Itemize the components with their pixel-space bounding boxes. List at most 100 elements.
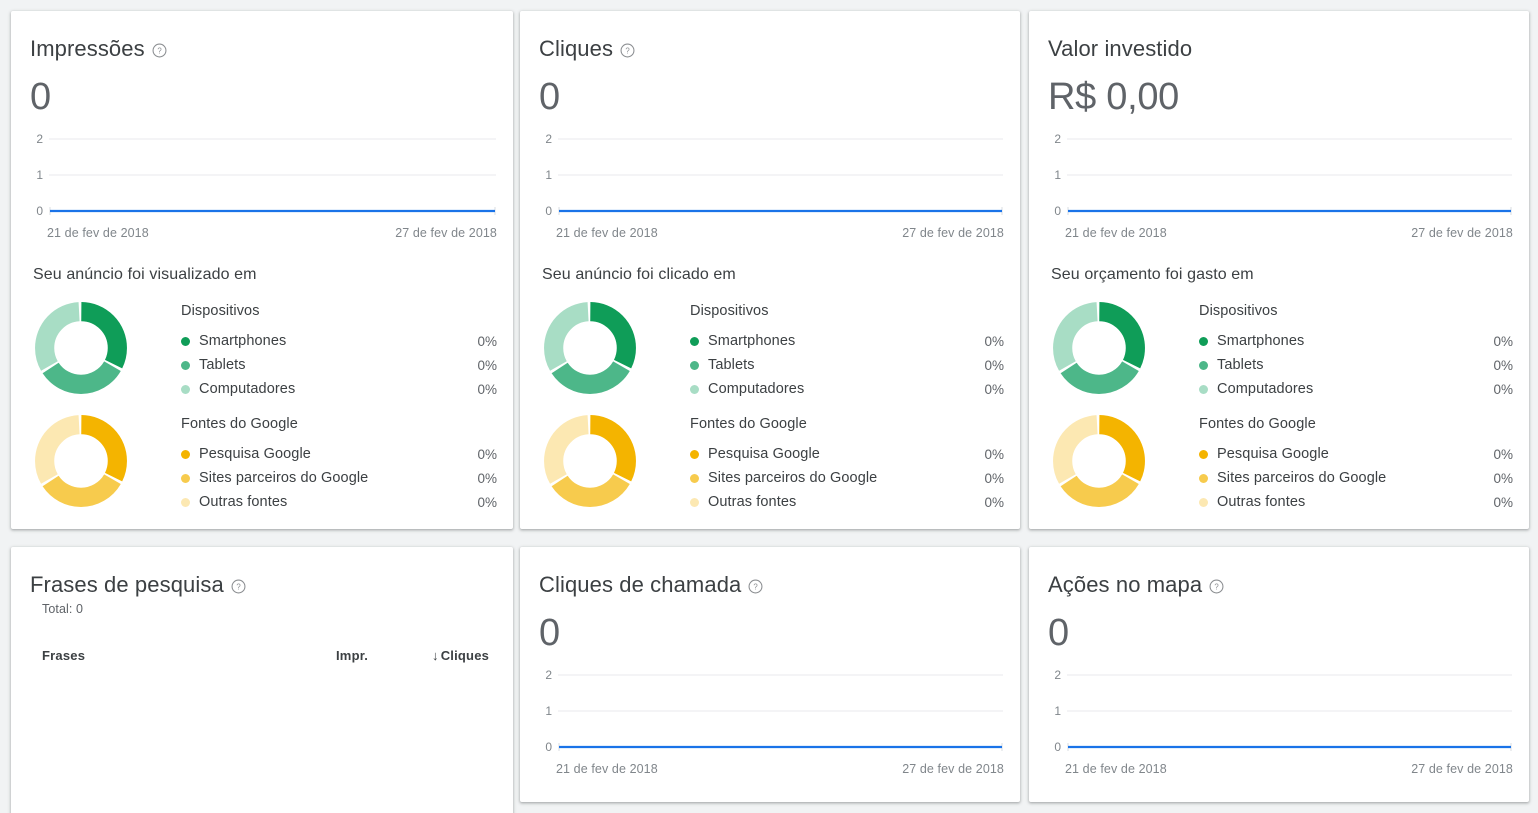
donut-chart-dispositivos xyxy=(542,300,638,396)
sparkline-date-range: 21 de fev de 2018 27 de fev de 2018 xyxy=(1065,226,1513,240)
legend-color-dot-icon xyxy=(690,449,699,459)
legend-color-dot-icon xyxy=(1199,384,1208,394)
donut-chart-fontes xyxy=(33,413,129,509)
breakdown-heading: Seu anúncio foi clicado em xyxy=(542,266,736,283)
legend-item-label: Pesquisa Google xyxy=(1217,446,1329,462)
legend-item-label: Sites parceiros do Google xyxy=(1217,470,1387,486)
svg-text:2: 2 xyxy=(545,668,552,682)
legend-item-label: Sites parceiros do Google xyxy=(199,470,369,486)
legend-color-dot-icon xyxy=(181,497,190,507)
legend-item-percent: 0% xyxy=(1493,333,1513,349)
legend-item-label: Computadores xyxy=(708,381,805,397)
svg-text:0: 0 xyxy=(545,740,552,754)
donut-block-fontes: Fontes do Google Pesquisa Google 0% Site… xyxy=(520,413,1020,514)
svg-text:?: ? xyxy=(236,582,241,591)
card-valor-investido: Valor investido R$ 0,00 2 1 0 21 de fev … xyxy=(1029,11,1529,529)
breakdown-heading: Seu orçamento foi gasto em xyxy=(1051,266,1254,283)
donut-chart-dispositivos xyxy=(1051,300,1147,396)
svg-text:?: ? xyxy=(625,46,630,55)
column-header-impr[interactable]: Impr. xyxy=(336,648,432,663)
help-circle-icon[interactable]: ? xyxy=(748,579,763,594)
legend-item-percent: 0% xyxy=(984,470,1004,486)
card-header: Cliques ? xyxy=(520,11,1020,63)
page-title: Cliques de chamada xyxy=(539,572,742,597)
column-header-cliques-label: Cliques xyxy=(440,647,490,663)
svg-text:1: 1 xyxy=(36,168,43,182)
donut-block-dispositivos: Dispositivos Smartphones 0% Tablets 0% C… xyxy=(1029,300,1529,401)
legend-item-tablets[interactable]: Tablets 0% xyxy=(1199,353,1529,377)
sort-descending-arrow-icon: ↓ xyxy=(432,647,439,663)
date-end: 27 de fev de 2018 xyxy=(902,762,1004,776)
card-header: Valor investido xyxy=(1029,11,1529,63)
svg-text:0: 0 xyxy=(1054,740,1061,754)
legend-fontes: Fontes do Google Pesquisa Google 0% Site… xyxy=(1147,413,1529,514)
svg-text:2: 2 xyxy=(1054,668,1061,682)
page-title: Frases de pesquisa xyxy=(30,572,224,597)
table-body-empty xyxy=(11,669,513,809)
help-circle-icon[interactable]: ? xyxy=(231,579,246,594)
svg-text:1: 1 xyxy=(1054,704,1061,718)
legend-item-tablets[interactable]: Tablets 0% xyxy=(181,353,513,377)
legend-color-dot-icon xyxy=(690,384,699,394)
legend-item-sites-parceiros[interactable]: Sites parceiros do Google 0% xyxy=(1199,466,1529,490)
legend-item-label: Outras fontes xyxy=(1217,494,1306,510)
legend-item-outras-fontes[interactable]: Outras fontes 0% xyxy=(1199,490,1529,514)
svg-text:0: 0 xyxy=(1054,204,1061,218)
legend-item-smartphones[interactable]: Smartphones 0% xyxy=(1199,329,1529,353)
legend-item-percent: 0% xyxy=(1493,446,1513,462)
legend-item-percent: 0% xyxy=(1493,494,1513,510)
card-impressoes: Impressões ? 0 2 1 0 21 de fev de 2018 2… xyxy=(11,11,513,529)
legend-item-pesquisa-google[interactable]: Pesquisa Google 0% xyxy=(181,442,513,466)
help-circle-icon[interactable]: ? xyxy=(620,43,635,58)
help-circle-icon[interactable]: ? xyxy=(152,43,167,58)
donut-chart-fontes xyxy=(1051,413,1147,509)
card-frases-de-pesquisa: Frases de pesquisa ? Total: 0 Frases Imp… xyxy=(11,547,513,813)
legend-item-tablets[interactable]: Tablets 0% xyxy=(690,353,1020,377)
legend-item-smartphones[interactable]: Smartphones 0% xyxy=(181,329,513,353)
legend-item-computadores[interactable]: Computadores 0% xyxy=(690,377,1020,401)
legend-item-sites-parceiros[interactable]: Sites parceiros do Google 0% xyxy=(690,466,1020,490)
svg-text:0: 0 xyxy=(545,204,552,218)
legend-item-sites-parceiros[interactable]: Sites parceiros do Google 0% xyxy=(181,466,513,490)
card-header: Cliques de chamada ? xyxy=(520,547,1020,599)
legend-color-dot-icon xyxy=(690,473,699,483)
legend-item-label: Outras fontes xyxy=(708,494,797,510)
legend-title: Fontes do Google xyxy=(1199,416,1316,432)
column-header-cliques[interactable]: ↓ Cliques xyxy=(432,648,489,663)
legend-item-pesquisa-google[interactable]: Pesquisa Google 0% xyxy=(1199,442,1529,466)
legend-color-dot-icon xyxy=(181,384,190,394)
legend-color-dot-icon xyxy=(1199,360,1208,370)
legend-item-outras-fontes[interactable]: Outras fontes 0% xyxy=(690,490,1020,514)
svg-text:2: 2 xyxy=(36,132,43,146)
sparkline-date-range: 21 de fev de 2018 27 de fev de 2018 xyxy=(1065,762,1513,776)
legend-item-percent: 0% xyxy=(1493,381,1513,397)
column-header-frases[interactable]: Frases xyxy=(42,648,336,663)
legend-item-percent: 0% xyxy=(984,357,1004,373)
legend-item-smartphones[interactable]: Smartphones 0% xyxy=(690,329,1020,353)
help-circle-icon[interactable]: ? xyxy=(1209,579,1224,594)
legend-item-label: Smartphones xyxy=(1217,333,1305,349)
svg-text:?: ? xyxy=(754,582,759,591)
svg-text:?: ? xyxy=(1215,582,1220,591)
legend-dispositivos: Dispositivos Smartphones 0% Tablets 0% C… xyxy=(129,300,513,401)
date-end: 27 de fev de 2018 xyxy=(395,226,497,240)
svg-text:1: 1 xyxy=(545,704,552,718)
legend-item-computadores[interactable]: Computadores 0% xyxy=(181,377,513,401)
legend-item-computadores[interactable]: Computadores 0% xyxy=(1199,377,1529,401)
date-end: 27 de fev de 2018 xyxy=(1411,226,1513,240)
legend-item-percent: 0% xyxy=(477,470,497,486)
card-cliques: Cliques ? 0 2 1 0 21 de fev de 2018 27 d… xyxy=(520,11,1020,529)
legend-item-outras-fontes[interactable]: Outras fontes 0% xyxy=(181,490,513,514)
legend-item-percent: 0% xyxy=(984,381,1004,397)
legend-item-label: Pesquisa Google xyxy=(708,446,820,462)
card-header: Impressões ? xyxy=(11,11,513,63)
legend-item-percent: 0% xyxy=(1493,357,1513,373)
legend-color-dot-icon xyxy=(1199,497,1208,507)
card-header: Ações no mapa ? xyxy=(1029,547,1529,599)
legend-item-percent: 0% xyxy=(1493,470,1513,486)
legend-item-pesquisa-google[interactable]: Pesquisa Google 0% xyxy=(690,442,1020,466)
sparkline-date-range: 21 de fev de 2018 27 de fev de 2018 xyxy=(47,226,497,240)
donut-chart-fontes xyxy=(542,413,638,509)
svg-text:?: ? xyxy=(157,46,162,55)
legend-item-label: Tablets xyxy=(708,357,755,373)
